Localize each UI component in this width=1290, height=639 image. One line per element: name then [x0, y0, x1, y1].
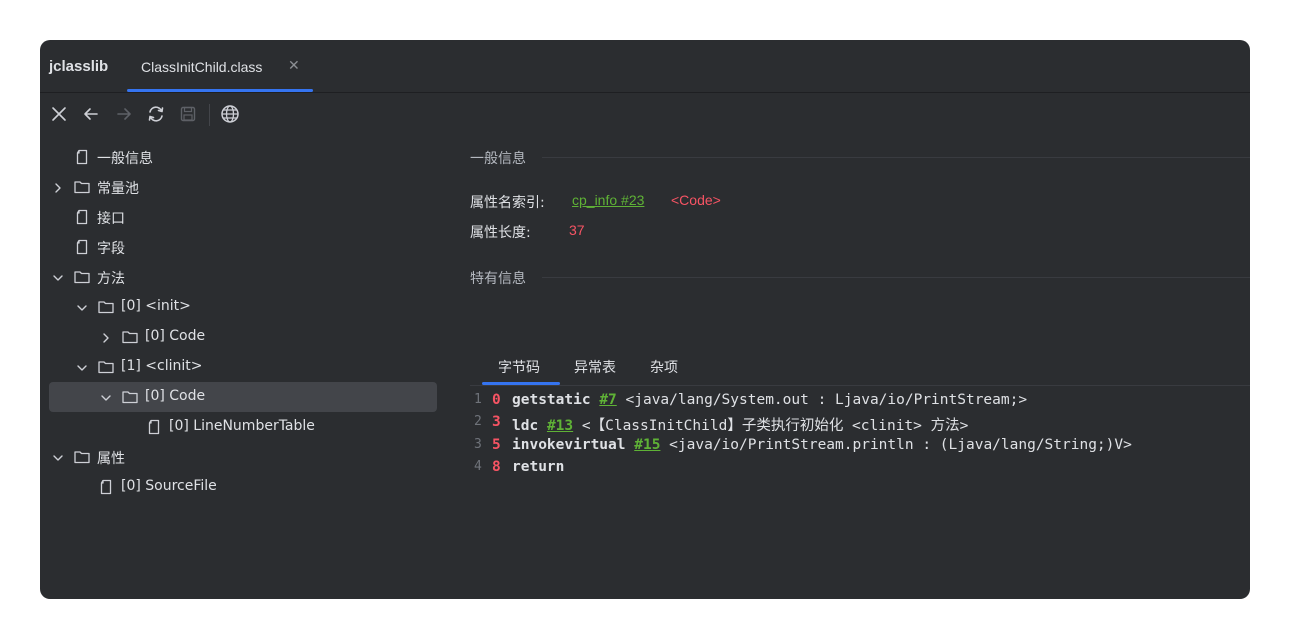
tree-item-label: [0] Code [145, 388, 206, 404]
chevron-down-icon[interactable] [51, 270, 65, 284]
chevron-down-icon[interactable] [51, 450, 65, 464]
tree-item-attributes[interactable]: 属性 [49, 442, 437, 472]
forward-arrow-icon[interactable] [113, 103, 135, 125]
chevron-down-icon[interactable] [75, 360, 89, 374]
refresh-icon[interactable] [145, 103, 167, 125]
tree-item-label: 一般信息 [97, 151, 153, 167]
tree-item-method-init[interactable]: [0] <init> [49, 292, 437, 322]
attr-length-label: 属性长度: [470, 225, 531, 241]
tree-item-label: 属性 [97, 451, 125, 467]
file-icon [73, 208, 91, 226]
tree-item-label: [1] <clinit> [121, 358, 203, 374]
tab-bar: jclasslib ClassInitChild.class ✕ [40, 40, 1250, 93]
bytecode-arg: <【ClassInitChild】子类执行初始化 <clinit> 方法> [581, 418, 969, 434]
tab-classinitchild[interactable]: ClassInitChild.class ✕ [127, 40, 313, 92]
tree-item-clinit-code[interactable]: [0] Code [49, 382, 437, 412]
line-number: 2 [474, 414, 482, 429]
toolbar [40, 93, 1250, 135]
attr-name-index-label: 属性名索引: [470, 195, 545, 211]
specific-info-title: 特有信息 [470, 271, 526, 287]
file-icon [97, 478, 115, 496]
line-number: 4 [474, 459, 482, 474]
tab-misc[interactable]: 杂项 [650, 357, 678, 377]
bytecode-instruction: invokevirtual #15 <java/io/PrintStream.p… [512, 437, 1132, 453]
attr-name-index-link[interactable]: cp_info #23 [572, 192, 644, 208]
opcode: getstatic [512, 392, 591, 408]
tree-item-label: 接口 [97, 211, 125, 227]
tree-item-label: 常量池 [97, 181, 139, 197]
tree-item-method-clinit[interactable]: [1] <clinit> [49, 352, 437, 382]
toolbar-separator [209, 104, 210, 126]
bytecode-instruction: ldc #13 <【ClassInitChild】子类执行初始化 <clinit… [512, 414, 968, 435]
file-icon [73, 148, 91, 166]
save-icon[interactable] [177, 103, 199, 125]
app-brand: jclasslib [49, 58, 109, 75]
tab-bytecode[interactable]: 字节码 [482, 357, 560, 385]
folder-icon [121, 388, 139, 406]
section-divider [542, 277, 1250, 278]
tree-item-methods[interactable]: 方法 [49, 262, 437, 292]
line-number: 1 [474, 392, 482, 407]
file-icon [145, 418, 163, 436]
tree-item-line-number-table[interactable]: [0] LineNumberTable [49, 412, 437, 442]
attr-name-index-value: <Code> [671, 192, 721, 208]
tree-item-label: [0] LineNumberTable [169, 418, 315, 434]
attr-length-value: 37 [569, 222, 585, 238]
tree-item-label: [0] <init> [121, 298, 191, 314]
bytecode-arg: <java/io/PrintStream.println : (Ljava/la… [669, 437, 1132, 453]
folder-icon [73, 268, 91, 286]
cp-ref-link[interactable]: #15 [634, 437, 660, 453]
section-divider [542, 157, 1250, 158]
globe-icon[interactable] [219, 103, 241, 125]
folder-icon [97, 358, 115, 376]
tree-item-fields[interactable]: 字段 [49, 232, 437, 262]
chevron-right-icon[interactable] [99, 330, 113, 344]
opcode: ldc [512, 418, 539, 434]
tree-item-interfaces[interactable]: 接口 [49, 202, 437, 232]
tab-close-icon[interactable]: ✕ [288, 58, 300, 74]
tree-item-general-info[interactable]: 一般信息 [49, 142, 437, 172]
detail-panel: 一般信息 属性名索引: cp_info #23 <Code> 属性长度: 37 … [470, 142, 1250, 599]
chevron-down-icon[interactable] [99, 390, 113, 404]
bytecode-arg: <java/lang/System.out : Ljava/io/PrintSt… [625, 392, 1028, 408]
tree-item-label: [0] Code [145, 328, 206, 344]
active-tab-indicator [127, 89, 313, 92]
bytecode-instruction: return [512, 459, 564, 475]
tab-label: ClassInitChild.class [141, 59, 263, 75]
tree-item-source-file[interactable]: [0] SourceFile [49, 472, 437, 502]
tab-bytecode-label: 字节码 [498, 360, 540, 376]
bytecode-offset: 5 [492, 437, 501, 453]
folder-icon [73, 178, 91, 196]
cp-ref-link[interactable]: #7 [599, 392, 616, 408]
file-icon [73, 238, 91, 256]
folder-icon [97, 298, 115, 316]
chevron-right-icon[interactable] [51, 180, 65, 194]
back-arrow-icon[interactable] [80, 103, 102, 125]
bytecode-offset: 8 [492, 459, 501, 475]
general-info-title: 一般信息 [470, 151, 526, 167]
subtab-divider [470, 385, 1250, 386]
line-number: 3 [474, 437, 482, 452]
bytecode-instruction: getstatic #7 <java/lang/System.out : Lja… [512, 392, 1027, 408]
opcode: invokevirtual [512, 437, 626, 453]
tree-item-constant-pool[interactable]: 常量池 [49, 172, 437, 202]
tab-exception-table[interactable]: 异常表 [574, 357, 616, 377]
opcode: return [512, 459, 565, 475]
bytecode-offset: 0 [492, 392, 501, 408]
close-icon[interactable] [48, 103, 70, 125]
jclasslib-window: jclasslib ClassInitChild.class ✕ 一般信息 常量… [40, 40, 1250, 599]
folder-icon [121, 328, 139, 346]
bytecode-offset: 3 [492, 414, 501, 430]
tree-item-label: 字段 [97, 241, 125, 257]
chevron-down-icon[interactable] [75, 300, 89, 314]
folder-icon [73, 448, 91, 466]
tree-item-init-code[interactable]: [0] Code [49, 322, 437, 352]
cp-ref-link[interactable]: #13 [547, 418, 573, 434]
tree-item-label: 方法 [97, 271, 125, 287]
tree-item-label: [0] SourceFile [121, 478, 217, 494]
